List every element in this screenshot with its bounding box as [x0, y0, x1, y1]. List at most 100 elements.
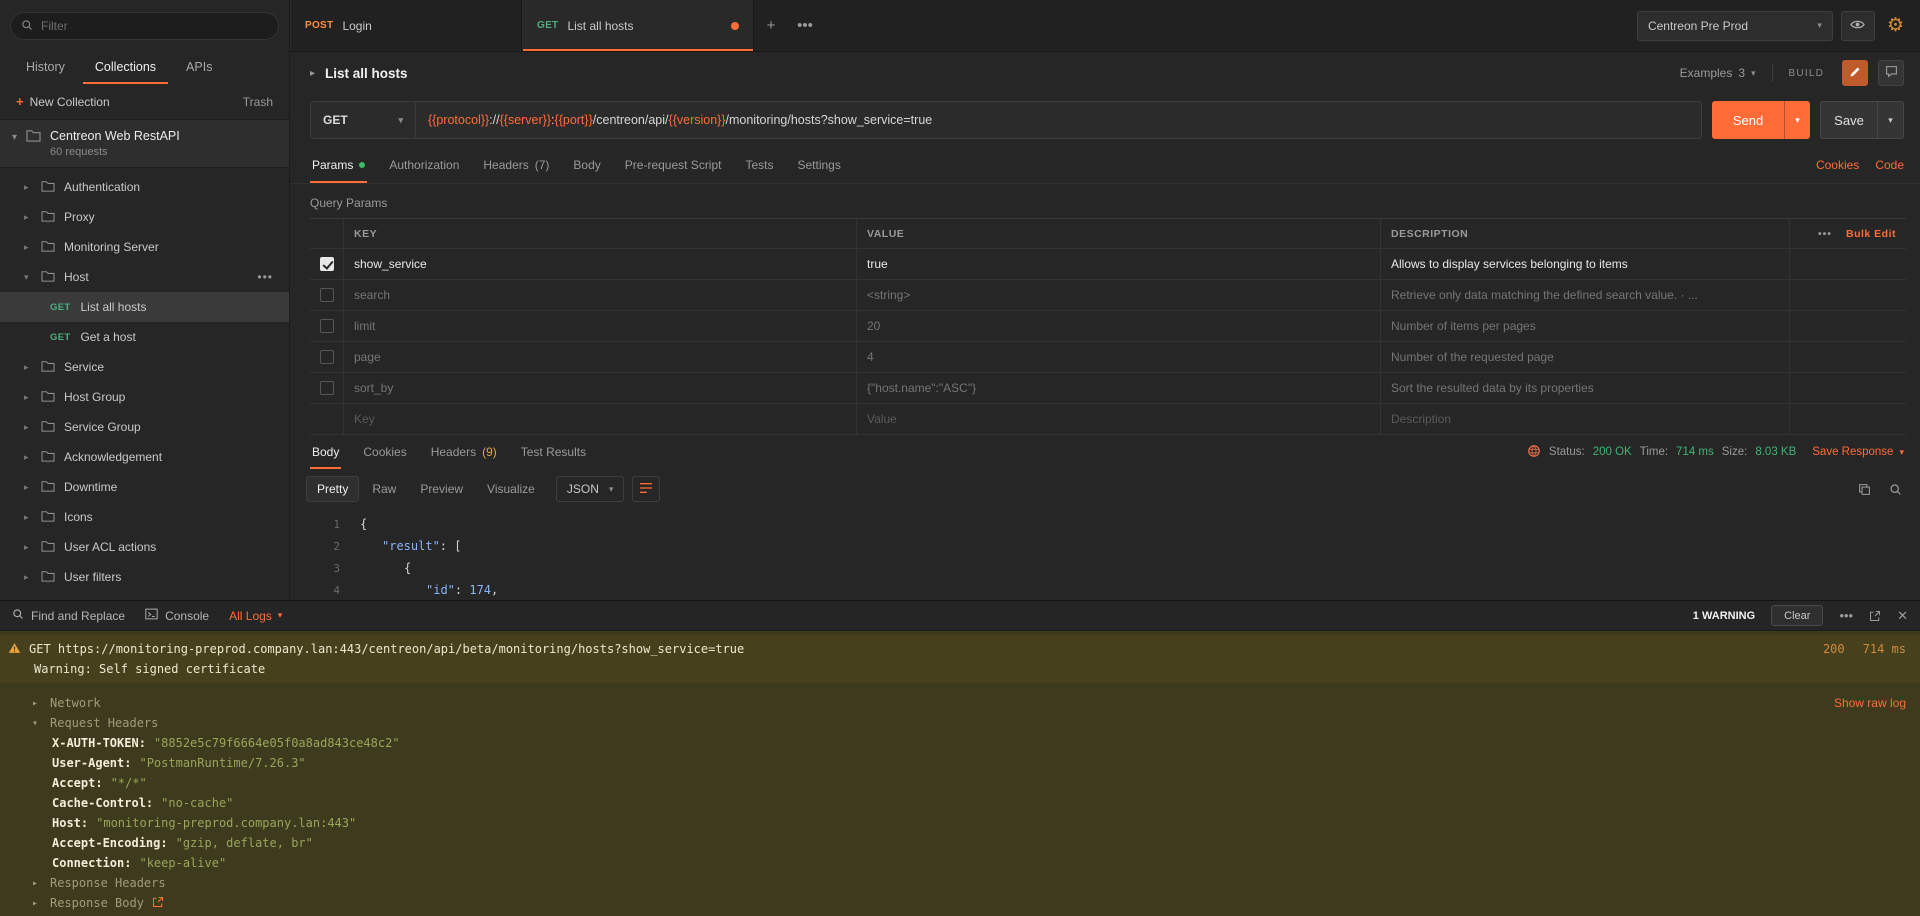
console-response-body-section[interactable]: ▸ Response Body: [0, 893, 1920, 913]
view-tab-preview[interactable]: Preview: [409, 476, 474, 502]
sidebar-folder-service-group[interactable]: ▸Service Group: [0, 412, 289, 442]
filter-input[interactable]: [41, 19, 268, 33]
sidebar-folder-proxy[interactable]: ▸Proxy: [0, 202, 289, 232]
view-tab-raw[interactable]: Raw: [361, 476, 407, 502]
search-response-icon[interactable]: [1889, 483, 1902, 496]
sidebar-request-list-all-hosts[interactable]: GETList all hosts: [0, 292, 289, 322]
code-link[interactable]: Code: [1875, 158, 1904, 172]
comment-button[interactable]: [1878, 60, 1904, 86]
save-button[interactable]: Save: [1820, 101, 1878, 139]
console-log-area[interactable]: GET https://monitoring-preprod.company.l…: [0, 631, 1920, 916]
param-value[interactable]: <string>: [857, 280, 1381, 310]
console-network-section[interactable]: ▸ Network Show raw log: [0, 693, 1920, 713]
tab-collections[interactable]: Collections: [83, 50, 168, 84]
show-raw-log-link[interactable]: Show raw log: [1834, 696, 1906, 710]
param-checkbox-checked[interactable]: [320, 257, 334, 271]
param-description[interactable]: Sort the resulted data by its properties: [1381, 373, 1790, 403]
tab-apis[interactable]: APIs: [174, 50, 224, 84]
sidebar-folder-host[interactable]: ▾Host•••: [0, 262, 289, 292]
sidebar-folder-service[interactable]: ▸Service: [0, 352, 289, 382]
param-key[interactable]: search: [344, 280, 857, 310]
language-selector[interactable]: JSON ▾: [556, 476, 625, 502]
folder-options-icon[interactable]: •••: [257, 270, 289, 284]
send-button[interactable]: Send: [1712, 101, 1784, 139]
open-in-new-window-icon[interactable]: [1869, 610, 1881, 622]
view-tab-pretty[interactable]: Pretty: [306, 476, 359, 502]
save-response-button[interactable]: Save Response▾: [1812, 446, 1904, 458]
sidebar-folder-user-filters[interactable]: ▸User filters: [0, 562, 289, 592]
sidebar-folder-host-group[interactable]: ▸Host Group: [0, 382, 289, 412]
examples-dropdown[interactable]: Examples 3 ▾: [1680, 66, 1756, 80]
tab-authorization[interactable]: Authorization: [377, 146, 471, 183]
network-globe-icon[interactable]: [1527, 444, 1541, 461]
tab-tests[interactable]: Tests: [733, 146, 785, 183]
param-description[interactable]: Number of the requested page: [1381, 342, 1790, 372]
new-collection-button[interactable]: +New Collection: [16, 94, 110, 109]
log-filter-dropdown[interactable]: All Logs ▾: [229, 609, 282, 623]
bulk-edit-link[interactable]: Bulk Edit: [1846, 228, 1896, 240]
param-key[interactable]: page: [344, 342, 857, 372]
sidebar-folder-acknowledgement[interactable]: ▸Acknowledgement: [0, 442, 289, 472]
param-checkbox[interactable]: [320, 381, 334, 395]
filter-box[interactable]: [10, 12, 279, 40]
clear-console-button[interactable]: Clear: [1771, 605, 1823, 626]
sidebar-request-get-a-host[interactable]: GETGet a host: [0, 322, 289, 352]
collection-root[interactable]: ▾ Centreon Web RestAPI 60 requests: [0, 119, 289, 168]
param-value[interactable]: 20: [857, 311, 1381, 341]
request-tab-list-all-hosts[interactable]: GET List all hosts: [522, 0, 754, 51]
console-options-icon[interactable]: •••: [1839, 608, 1853, 623]
copy-icon[interactable]: [1858, 483, 1871, 496]
response-tab-headers[interactable]: Headers(9): [419, 435, 509, 469]
view-tab-visualize[interactable]: Visualize: [476, 476, 546, 502]
environment-selector[interactable]: Centreon Pre Prod ▾: [1637, 11, 1833, 41]
tab-pre-request-script[interactable]: Pre-request Script: [613, 146, 734, 183]
param-value[interactable]: {"host.name":"ASC"}: [857, 373, 1381, 403]
param-value[interactable]: 4: [857, 342, 1381, 372]
console-button[interactable]: Console: [145, 608, 209, 623]
request-tab-login[interactable]: POST Login: [290, 0, 522, 51]
param-description-placeholder[interactable]: Description: [1381, 404, 1790, 434]
param-description[interactable]: Allows to display services belonging to …: [1381, 249, 1790, 279]
param-checkbox[interactable]: [320, 319, 334, 333]
tab-history[interactable]: History: [14, 50, 77, 84]
sidebar-folder-user-acl-actions[interactable]: ▸User ACL actions: [0, 532, 289, 562]
console-response-headers-section[interactable]: ▸ Response Headers: [0, 873, 1920, 893]
sidebar-folder-authentication[interactable]: ▸Authentication: [0, 172, 289, 202]
trash-button[interactable]: Trash: [243, 95, 273, 109]
sidebar-folder-monitoring-server[interactable]: ▸Monitoring Server: [0, 232, 289, 262]
param-key[interactable]: sort_by: [344, 373, 857, 403]
response-body-viewer[interactable]: 1 { 2 "result": [ 3 { 4 "id": 174,: [290, 509, 1920, 600]
param-description[interactable]: Retrieve only data matching the defined …: [1381, 280, 1790, 310]
environment-quick-look-button[interactable]: [1841, 11, 1875, 41]
tab-body[interactable]: Body: [561, 146, 612, 183]
param-value[interactable]: true: [857, 249, 1381, 279]
edit-button[interactable]: [1842, 60, 1868, 86]
tab-headers[interactable]: Headers(7): [471, 146, 561, 183]
tab-params[interactable]: Params: [300, 146, 377, 183]
external-link-icon[interactable]: [152, 896, 164, 911]
param-description[interactable]: Number of items per pages: [1381, 311, 1790, 341]
response-tab-body[interactable]: Body: [300, 435, 351, 469]
new-tab-button[interactable]: +: [754, 0, 788, 51]
find-and-replace-button[interactable]: Find and Replace: [12, 608, 125, 623]
tab-settings[interactable]: Settings: [786, 146, 853, 183]
param-value-placeholder[interactable]: Value: [857, 404, 1381, 434]
param-key[interactable]: show_service: [344, 249, 857, 279]
table-options-icon[interactable]: •••: [1818, 228, 1832, 240]
sidebar-folder-icons[interactable]: ▸Icons: [0, 502, 289, 532]
param-checkbox[interactable]: [320, 288, 334, 302]
settings-gear-icon[interactable]: ⚙: [1883, 14, 1908, 37]
sidebar-folder-downtime[interactable]: ▸Downtime: [0, 472, 289, 502]
param-checkbox[interactable]: [320, 350, 334, 364]
response-tab-cookies[interactable]: Cookies: [351, 435, 418, 469]
param-key-placeholder[interactable]: Key: [344, 404, 857, 434]
save-options-button[interactable]: ▾: [1878, 101, 1904, 139]
response-tab-test-results[interactable]: Test Results: [509, 435, 598, 469]
collapse-request-icon[interactable]: ▸: [310, 68, 315, 79]
close-console-icon[interactable]: ✕: [1897, 608, 1908, 624]
console-request-headers-section[interactable]: ▾ Request Headers: [0, 713, 1920, 733]
method-selector[interactable]: GET ▾: [310, 101, 416, 139]
wrap-lines-button[interactable]: [632, 476, 660, 502]
cookies-link[interactable]: Cookies: [1816, 158, 1859, 172]
send-options-button[interactable]: ▾: [1784, 101, 1810, 139]
